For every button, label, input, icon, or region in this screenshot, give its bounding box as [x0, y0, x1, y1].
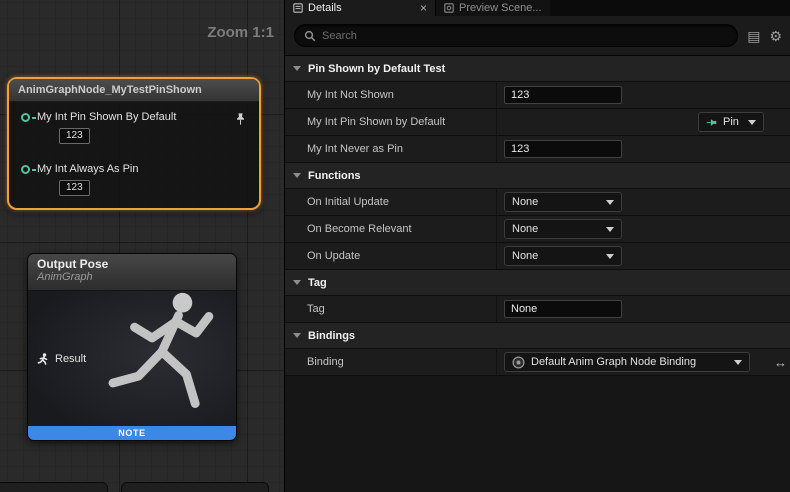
chevron-down-icon [293, 173, 301, 178]
dropdown-value: Pin [723, 116, 739, 128]
view-options-icon[interactable]: ▤ [747, 29, 760, 43]
chevron-down-icon [606, 200, 614, 205]
property-label: My Int Not Shown [285, 82, 497, 108]
property-label: On Update [285, 243, 497, 269]
pin-label: My Int Pin Shown By Default [37, 111, 176, 123]
on-become-relevant-dropdown[interactable]: None [504, 219, 622, 239]
section-functions[interactable]: Functions [285, 163, 790, 189]
settings-gear-icon[interactable]: ⚙ [769, 29, 782, 43]
pin-icon [706, 117, 717, 128]
property-label: My Int Pin Shown by Default [285, 109, 497, 135]
search-icon [304, 30, 316, 42]
tab-bar: Details × Preview Scene... [285, 0, 790, 16]
dropdown-value: Default Anim Graph Node Binding [531, 356, 696, 368]
int-pin-icon[interactable] [21, 165, 30, 174]
search-toolbar: ▤ ⚙ [285, 16, 790, 56]
property-row: On Update None [285, 243, 790, 270]
preview-scene-tab-icon [444, 3, 454, 13]
int-pin-icon[interactable] [21, 113, 30, 122]
result-pin[interactable]: Result [37, 353, 86, 365]
pose-pin-icon [37, 353, 49, 365]
pin-mode-dropdown[interactable]: Pin [698, 112, 764, 132]
section-bindings[interactable]: Bindings [285, 323, 790, 349]
section-tag[interactable]: Tag [285, 270, 790, 296]
mannequin-image [83, 289, 233, 431]
dropdown-value: None [512, 223, 538, 235]
section-pin-shown-by-default-test[interactable]: Pin Shown by Default Test [285, 56, 790, 82]
dropdown-value: None [512, 196, 538, 208]
my-int-never-as-pin-input[interactable] [504, 140, 622, 158]
node-title: Output Pose [37, 257, 227, 271]
property-row: My Int Never as Pin [285, 136, 790, 163]
tab-preview-scene[interactable]: Preview Scene... [435, 0, 550, 16]
tab-label: Preview Scene... [459, 2, 542, 14]
result-pin-label: Result [55, 353, 86, 365]
property-label: My Int Never as Pin [285, 136, 497, 162]
partial-node[interactable] [0, 482, 108, 492]
output-pose-body: Result [28, 291, 236, 441]
binding-dropdown[interactable]: Default Anim Graph Node Binding [504, 352, 750, 372]
section-label: Tag [308, 277, 327, 289]
details-empty-area [285, 376, 790, 492]
partial-node[interactable] [121, 482, 269, 492]
search-box[interactable] [294, 24, 738, 47]
chevron-down-icon [293, 66, 301, 71]
on-update-dropdown[interactable]: None [504, 246, 622, 266]
unpin-icon[interactable] [234, 112, 247, 126]
anim-graph-node-mytestpinshown[interactable]: AnimGraphNode_MyTestPinShown My Int Pin … [7, 77, 261, 210]
anim-graph-canvas[interactable]: Zoom 1:1 AnimGraphNode_MyTestPinShown My… [0, 0, 285, 492]
chevron-down-icon [748, 120, 756, 125]
tab-details[interactable]: Details × [285, 0, 435, 16]
chevron-down-icon [606, 227, 614, 232]
note-banner: NOTE [28, 426, 236, 440]
node-subtitle: AnimGraph [37, 271, 227, 283]
property-label: On Initial Update [285, 189, 497, 215]
my-int-not-shown-input[interactable] [504, 86, 622, 104]
close-icon[interactable]: × [420, 2, 427, 14]
chevron-down-icon [293, 280, 301, 285]
pin-row: My Int Always As Pin [21, 163, 138, 175]
output-pose-node[interactable]: Output Pose AnimGraph [27, 253, 237, 441]
property-label: On Become Relevant [285, 216, 497, 242]
chevron-down-icon [606, 254, 614, 259]
chevron-down-icon [734, 360, 742, 365]
pin-value-input[interactable]: 123 [59, 180, 90, 196]
property-row: My Int Not Shown [285, 82, 790, 109]
unreal-editor-window: Zoom 1:1 AnimGraphNode_MyTestPinShown My… [0, 0, 790, 492]
property-row: My Int Pin Shown by Default Pin [285, 109, 790, 136]
section-label: Pin Shown by Default Test [308, 63, 445, 75]
node-title[interactable]: AnimGraphNode_MyTestPinShown [9, 79, 259, 102]
pin-label: My Int Always As Pin [37, 163, 138, 175]
binding-class-icon [512, 356, 525, 369]
dropdown-value: None [512, 250, 538, 262]
property-row: On Initial Update None [285, 189, 790, 216]
property-row: Tag [285, 296, 790, 323]
tab-label: Details [308, 2, 342, 14]
pin-value-input[interactable]: 123 [59, 128, 90, 144]
zoom-indicator: Zoom 1:1 [207, 24, 274, 41]
property-row: On Become Relevant None [285, 216, 790, 243]
chevron-down-icon [293, 333, 301, 338]
details-panel: Details × Preview Scene... ▤ ⚙ [285, 0, 790, 492]
output-pose-header[interactable]: Output Pose AnimGraph [28, 254, 236, 291]
property-label: Tag [285, 296, 497, 322]
pin-row: My Int Pin Shown By Default [21, 111, 176, 123]
search-input[interactable] [322, 30, 728, 42]
on-initial-update-dropdown[interactable]: None [504, 192, 622, 212]
section-label: Bindings [308, 330, 355, 342]
property-row: Binding Default Anim Graph Node Binding … [285, 349, 790, 376]
property-label: Binding [285, 349, 497, 375]
tag-input[interactable] [504, 300, 622, 318]
bind-toggle-icon[interactable]: ↔ [774, 355, 787, 370]
details-tab-icon [293, 3, 303, 13]
section-label: Functions [308, 170, 361, 182]
